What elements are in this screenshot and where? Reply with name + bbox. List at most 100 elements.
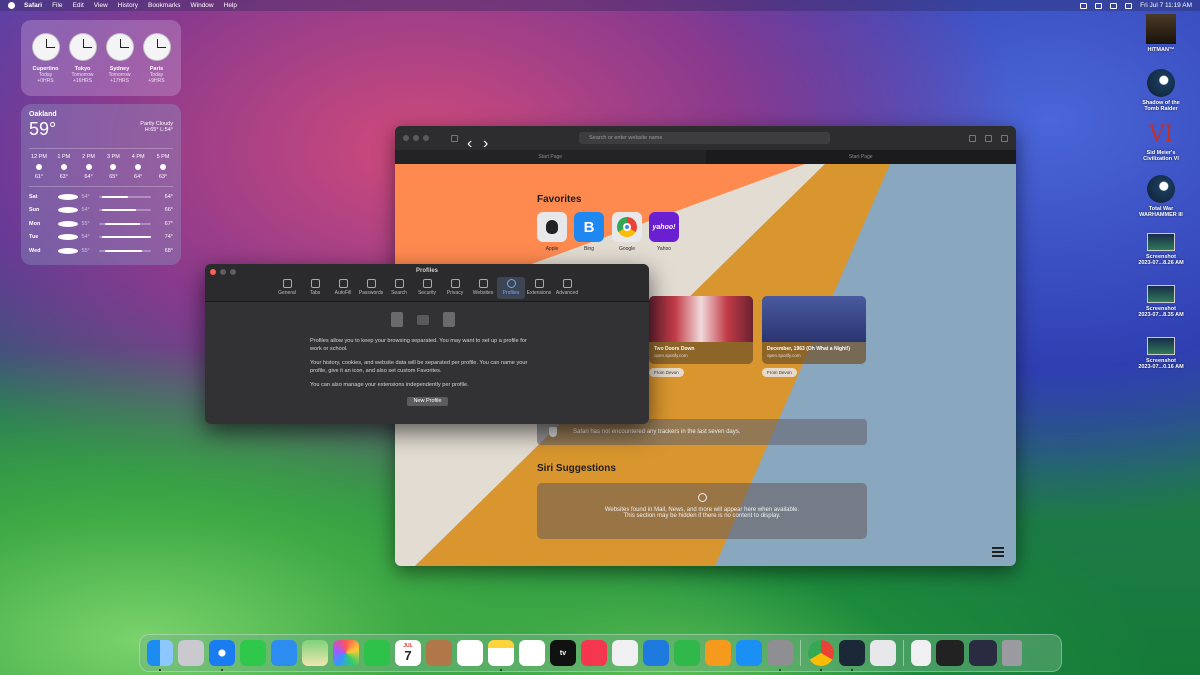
id-badge-icon: [391, 312, 403, 327]
system-settings-icon[interactable]: [767, 640, 793, 671]
weather-header: Oakland 59° Partly Cloudy H:65° L:54°: [29, 111, 173, 140]
hour-temp: 63°: [158, 174, 168, 180]
menu-window[interactable]: Window: [191, 2, 214, 9]
close-icon[interactable]: [403, 135, 409, 141]
day-low: 55°: [81, 247, 90, 254]
menu-edit[interactable]: Edit: [73, 2, 84, 9]
favorite-label: Apple: [545, 246, 559, 252]
zoom-icon[interactable]: [423, 135, 429, 141]
address-bar[interactable]: Search or enter website name: [579, 132, 830, 144]
chrome-icon[interactable]: [808, 640, 834, 671]
minimized-window-thumbnail[interactable]: [969, 640, 997, 666]
calendar-icon[interactable]: JUL 7: [395, 640, 421, 666]
share-icon[interactable]: [969, 134, 976, 142]
shared-card[interactable]: December, 1963 (Oh What a Night!) open.s…: [762, 296, 866, 364]
minimized-window-thumbnail[interactable]: [936, 640, 964, 666]
day-low: 55°: [81, 220, 90, 227]
tab-profiles[interactable]: Profiles: [497, 277, 525, 299]
tab-autofill[interactable]: AutoFill: [329, 277, 357, 299]
spotlight-icon[interactable]: [1095, 2, 1103, 9]
tab-tabs[interactable]: Tabs: [301, 277, 329, 299]
tab-security[interactable]: Security: [413, 277, 441, 299]
shared-from-badge[interactable]: From Devon: [649, 368, 684, 377]
tab-start-page-2[interactable]: Start Page: [705, 150, 1016, 164]
keynote-icon[interactable]: [643, 640, 669, 666]
freeform-icon[interactable]: [519, 640, 545, 666]
shared-title: December, 1963 (Oh What a Night!): [767, 346, 851, 352]
new-tab-icon[interactable]: [985, 134, 992, 142]
menu-clock[interactable]: Fri Jul 7 11:19 AM: [1140, 2, 1192, 9]
tab-privacy[interactable]: Privacy: [441, 277, 469, 299]
tab-general[interactable]: General: [273, 277, 301, 299]
new-profile-button[interactable]: New Profile: [407, 397, 448, 406]
contacts-icon[interactable]: [426, 640, 452, 666]
mail-icon[interactable]: [271, 640, 297, 666]
apple-menu-icon[interactable]: [8, 2, 15, 9]
favorite-apple[interactable]: Apple: [537, 212, 567, 252]
steam-dock-icon[interactable]: [839, 640, 865, 671]
menu-bookmarks[interactable]: Bookmarks: [148, 2, 181, 9]
menu-help[interactable]: Help: [224, 2, 237, 9]
pages-icon[interactable]: [705, 640, 731, 666]
tab-advanced[interactable]: Advanced: [553, 277, 581, 299]
favorite-label: Bing: [583, 246, 594, 252]
lock-icon: [422, 279, 432, 288]
favorite-yahoo[interactable]: yahoo! Yahoo: [649, 212, 679, 252]
world-clock-widget[interactable]: Cupertino Today +0HRS Tokyo Tomorrow +16…: [21, 20, 181, 96]
tab-search[interactable]: Search: [385, 277, 413, 299]
siri-icon[interactable]: [1125, 2, 1133, 9]
customize-sliders-icon[interactable]: [992, 547, 1004, 557]
sidebar-icon[interactable]: [451, 134, 458, 142]
safari-icon[interactable]: [209, 640, 235, 671]
menu-app-safari[interactable]: Safari: [24, 2, 42, 9]
forward-icon[interactable]: ›: [483, 135, 490, 152]
menu-file[interactable]: File: [52, 2, 62, 9]
menu-view[interactable]: View: [94, 2, 108, 9]
numbers-icon[interactable]: [674, 640, 700, 666]
desktop-icon-civilization[interactable]: VI Sid Meier's Civilization VI: [1132, 123, 1190, 163]
facetime-icon[interactable]: [364, 640, 390, 666]
launchpad-icon[interactable]: [178, 640, 204, 666]
control-center-icon[interactable]: [1110, 2, 1118, 9]
photos-icon[interactable]: [333, 640, 359, 666]
desktop-icon-warhammer[interactable]: Total War WARHAMMER III: [1132, 175, 1190, 218]
shield-icon: [549, 427, 557, 437]
chrome-logo-icon: [612, 212, 642, 242]
building-icon: [443, 312, 455, 327]
desktop-icon-screenshot-1[interactable]: Screenshot 2023-07...8.26 AM: [1132, 233, 1190, 266]
desktop-icon-screenshot-2[interactable]: Screenshot 2023-07...8.35 AM: [1132, 285, 1190, 318]
tab-start-page-1[interactable]: Start Page: [395, 150, 706, 164]
maps-icon[interactable]: [302, 640, 328, 666]
reminders-icon[interactable]: [457, 640, 483, 666]
document-icon[interactable]: [911, 640, 931, 666]
tab-passwords[interactable]: Passwords: [357, 277, 385, 299]
day-name: Sat: [29, 193, 38, 200]
finder-icon[interactable]: [147, 640, 173, 671]
shared-card[interactable]: Two Doors Down open.spotify.com: [649, 296, 753, 364]
app-store-icon[interactable]: [736, 640, 762, 666]
back-icon[interactable]: ‹: [467, 135, 474, 152]
desktop-icon-tomb-raider[interactable]: Shadow of the Tomb Raider: [1132, 69, 1190, 112]
tab-websites[interactable]: Websites: [469, 277, 497, 299]
favorite-google[interactable]: Google: [612, 212, 642, 252]
minimize-icon[interactable]: [413, 135, 419, 141]
music-icon[interactable]: [581, 640, 607, 666]
weather-widget[interactable]: Oakland 59° Partly Cloudy H:65° L:54° 12…: [21, 104, 181, 265]
trash-icon[interactable]: [1002, 640, 1022, 666]
notes-icon[interactable]: [488, 640, 514, 671]
news-icon[interactable]: [612, 640, 638, 666]
tab-extensions[interactable]: Extensions: [525, 277, 553, 299]
wifi-icon[interactable]: [1080, 2, 1088, 9]
tab-overview-icon[interactable]: [1001, 134, 1008, 142]
preview-icon[interactable]: [870, 640, 896, 666]
tv-label: tv: [559, 649, 567, 657]
profiles-settings-window[interactable]: Profiles General Tabs AutoFill Passwords…: [205, 264, 649, 424]
menu-history[interactable]: History: [118, 2, 138, 9]
desktop-icon-screenshot-3[interactable]: Screenshot 2023-07...0.16 AM: [1132, 337, 1190, 370]
favorite-bing[interactable]: B Bing: [574, 212, 604, 252]
shared-from-badge[interactable]: From Devon: [762, 368, 797, 377]
sun-icon: [58, 234, 79, 241]
desktop-icon-hitman[interactable]: HITMAN™: [1132, 14, 1190, 53]
apple-tv-icon[interactable]: tv: [550, 640, 576, 666]
messages-icon[interactable]: [240, 640, 266, 666]
